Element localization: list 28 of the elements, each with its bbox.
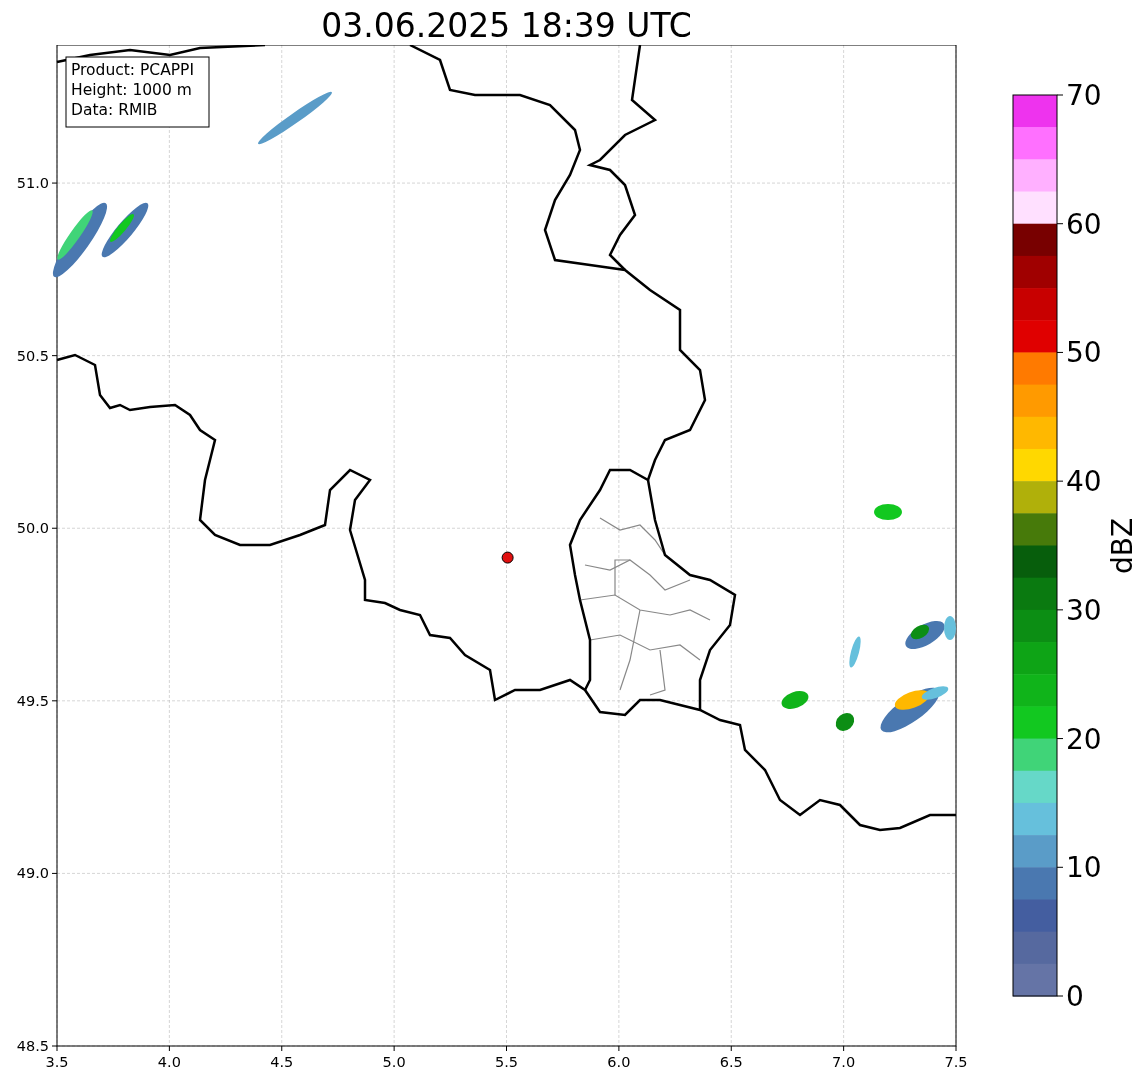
- colorbar-tick-label: 10: [1066, 851, 1102, 885]
- y-tick-label: 51.0: [16, 175, 49, 192]
- colorbar-tick-label: 50: [1066, 336, 1102, 370]
- colorbar-tick-label: 70: [1066, 79, 1102, 112]
- x-tick-label: 5.0: [382, 1054, 406, 1070]
- info-text: Height: 1000 m: [71, 81, 192, 99]
- chart-title: 03.06.2025 18:39 UTC: [320, 5, 693, 45]
- colorbar-tick-label: 40: [1066, 465, 1102, 499]
- x-tick-label: 7.5: [944, 1054, 968, 1070]
- info-text: Data: RMIB: [71, 101, 158, 119]
- colorbar-tick-label: 20: [1066, 722, 1102, 756]
- colorbar-tick-label: 60: [1066, 207, 1102, 241]
- x-tick-label: 5.5: [494, 1054, 519, 1070]
- x-tick-label: 4.0: [157, 1054, 181, 1070]
- y-tick-label: 48.5: [16, 1038, 49, 1054]
- colorbar-label: dBZ: [1106, 517, 1139, 575]
- colorbar-tick-label: 30: [1066, 593, 1102, 627]
- x-tick-label: 7.0: [832, 1054, 856, 1070]
- y-tick-label: 50.0: [16, 520, 49, 537]
- x-tick-label: 4.5: [270, 1054, 294, 1070]
- x-tick-label: 6.0: [607, 1054, 631, 1070]
- x-tick-label: 3.5: [45, 1054, 69, 1070]
- y-tick-label: 49.5: [16, 692, 49, 709]
- info-text: Product: PCAPPI: [71, 61, 195, 79]
- y-tick-label: 50.5: [16, 347, 49, 364]
- y-tick-label: 49.0: [16, 865, 49, 882]
- x-tick-label: 6.5: [719, 1054, 743, 1070]
- colorbar-tick-label: 0: [1066, 980, 1084, 1013]
